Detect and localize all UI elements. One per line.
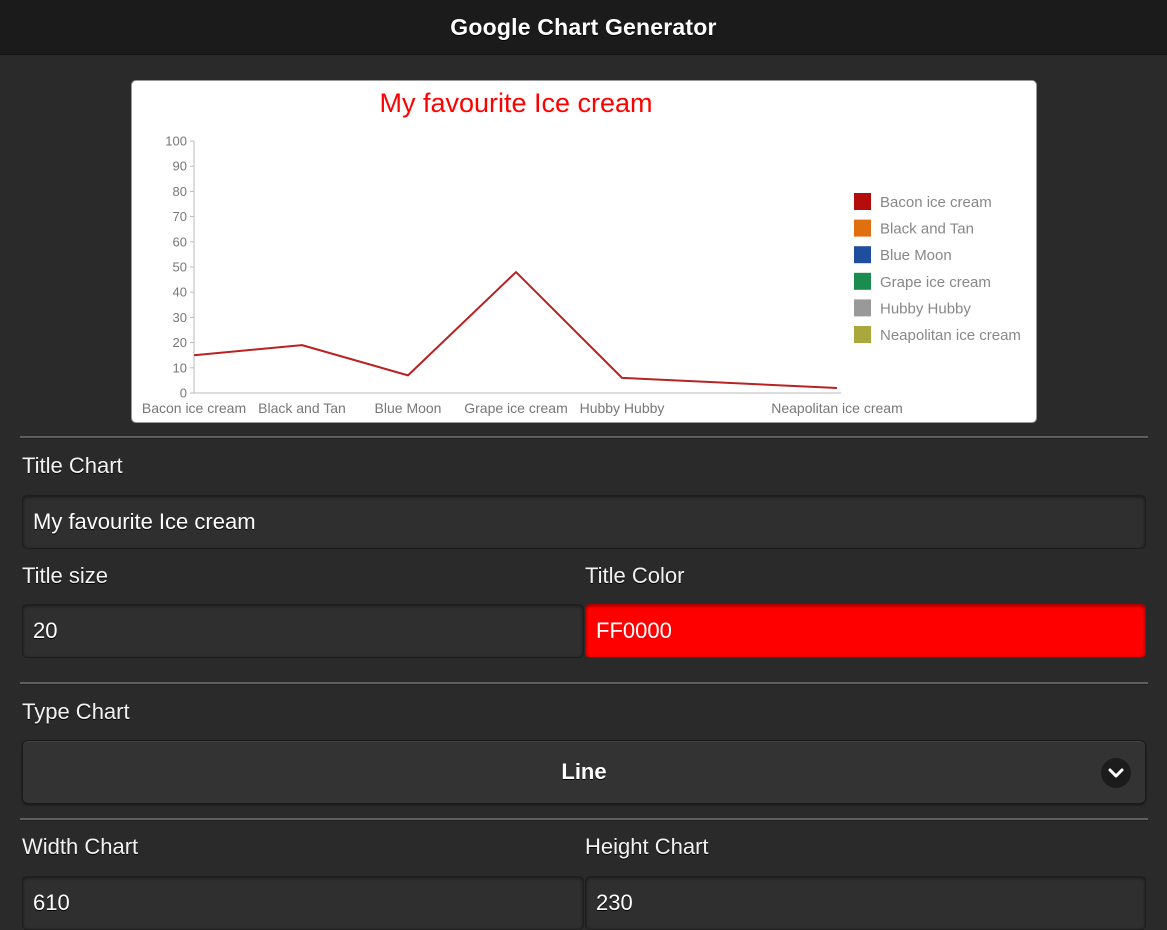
x-tick-label: Bacon ice cream bbox=[142, 400, 246, 416]
chart-title: My favourite Ice cream bbox=[379, 88, 652, 118]
y-tick-label: 20 bbox=[173, 335, 187, 350]
legend-swatch bbox=[854, 326, 871, 343]
legend-label: Black and Tan bbox=[880, 221, 974, 238]
y-tick-label: 0 bbox=[180, 386, 187, 401]
y-tick-label: 90 bbox=[173, 159, 187, 174]
legend-label: Grape ice cream bbox=[880, 274, 991, 291]
title-size-label: Title size bbox=[22, 563, 108, 588]
y-tick-label: 70 bbox=[173, 209, 187, 224]
y-tick-label: 30 bbox=[173, 310, 187, 325]
chart-preview: My favourite Ice cream 0 10 20 30 40 50 60 70 80… bbox=[131, 80, 1037, 423]
y-tick-label: 80 bbox=[173, 184, 187, 199]
chart-legend: Bacon ice cream Black and Tan Blue Moon Gra… bbox=[854, 193, 1021, 344]
y-tick-label: 40 bbox=[173, 285, 187, 300]
x-tick-label: Grape ice cream bbox=[464, 400, 567, 416]
legend-label: Hubby Hubby bbox=[880, 300, 971, 317]
line-chart: My favourite Ice cream 0 10 20 30 40 50 60 70 80… bbox=[142, 88, 1021, 416]
height-chart-label: Height Chart bbox=[585, 834, 709, 859]
legend-label: Blue Moon bbox=[880, 247, 952, 264]
y-tick-label: 50 bbox=[173, 260, 187, 275]
title-color-label: Title Color bbox=[585, 563, 685, 588]
divider bbox=[20, 682, 1148, 685]
x-tick-label: Black and Tan bbox=[258, 400, 346, 416]
legend-swatch bbox=[854, 219, 871, 237]
legend-swatch bbox=[854, 193, 871, 210]
x-tick-label: Neapolitan ice cream bbox=[771, 400, 903, 416]
x-tick-label: Hubby Hubby bbox=[580, 400, 665, 416]
app-title: Google Chart Generator bbox=[450, 13, 717, 40]
height-chart-input[interactable] bbox=[585, 876, 1146, 930]
title-color-input[interactable] bbox=[585, 604, 1146, 658]
y-tick-label: 10 bbox=[173, 360, 187, 375]
y-tick-label: 60 bbox=[173, 234, 187, 249]
legend-label: Neapolitan ice cream bbox=[880, 327, 1021, 344]
title-chart-label: Title Chart bbox=[22, 453, 123, 478]
series-line bbox=[193, 271, 838, 389]
legend-label: Bacon ice cream bbox=[880, 194, 992, 211]
legend-swatch bbox=[854, 299, 871, 317]
width-chart-input[interactable] bbox=[22, 876, 584, 930]
title-size-input[interactable] bbox=[22, 604, 584, 658]
y-axis: 0 10 20 30 40 50 60 70 80 90 100 bbox=[165, 134, 841, 401]
x-axis-labels: Bacon ice cream Black and Tan Blue Moon Gra… bbox=[142, 400, 903, 416]
app-header: Google Chart Generator bbox=[0, 0, 1167, 55]
width-chart-label: Width Chart bbox=[22, 834, 139, 859]
type-chart-label: Type Chart bbox=[22, 699, 130, 724]
title-chart-input[interactable] bbox=[22, 495, 1146, 549]
divider bbox=[20, 818, 1148, 821]
type-chart-select[interactable]: Line bbox=[22, 740, 1146, 804]
legend-swatch bbox=[854, 272, 871, 290]
divider bbox=[20, 436, 1148, 439]
series bbox=[193, 271, 838, 389]
x-tick-label: Blue Moon bbox=[375, 400, 442, 416]
chevron-down-icon[interactable] bbox=[1101, 758, 1131, 788]
legend-swatch bbox=[854, 246, 871, 264]
y-tick-label: 100 bbox=[165, 134, 187, 149]
type-chart-value: Line bbox=[561, 759, 607, 784]
